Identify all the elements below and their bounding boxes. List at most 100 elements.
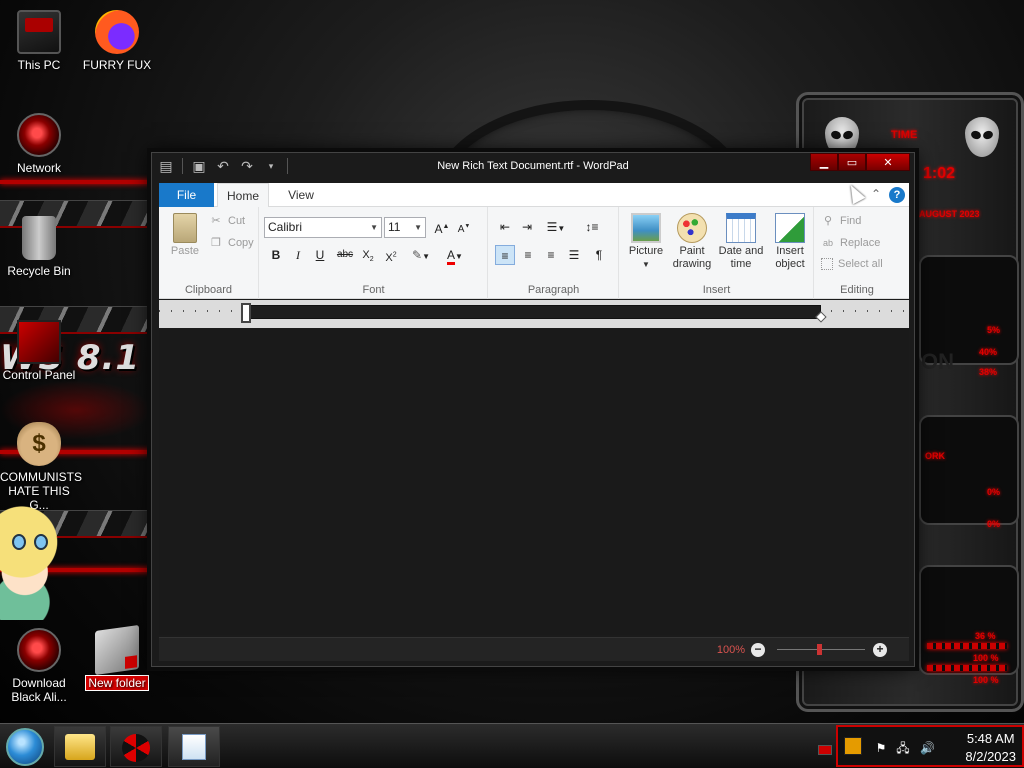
desktop-icon-recycle-bin[interactable]: Recycle Bin (0, 216, 78, 278)
wordpad-window[interactable]: ▤ ▣ ↶ ↷ ▾ New Rich Text Document.rtf - W… (151, 152, 915, 667)
minimize-ribbon-icon[interactable]: ⌃ (871, 187, 881, 201)
zoom-out-button[interactable]: − (751, 643, 765, 657)
tab-file[interactable]: File (159, 183, 214, 207)
shrink-font-button[interactable]: A▼ (454, 217, 474, 237)
group-label: Paragraph (527, 284, 580, 296)
copy-label: Copy (228, 237, 254, 249)
gadget-panel-word: ON (921, 349, 954, 374)
character-eye (34, 534, 48, 550)
highlight-color-button[interactable]: ✎▼ (406, 245, 436, 265)
desktop-icon-network[interactable]: Network (0, 113, 78, 175)
subscript-icon: X2 (362, 249, 374, 264)
insert-object-button[interactable]: Insert object (768, 213, 812, 271)
font-size-select[interactable]: 11 ▼ (384, 217, 426, 238)
align-right-icon: ≡ (547, 248, 555, 262)
maximize-button[interactable]: ▭ (838, 153, 866, 171)
desktop-icon-control-panel[interactable]: Control Panel (0, 320, 78, 382)
desktop-icon-new-folder[interactable]: New folder (78, 624, 156, 691)
volume-icon[interactable]: 🔊 (920, 741, 935, 755)
cut-button[interactable]: ✂ Cut (209, 214, 245, 228)
tab-view[interactable]: View (277, 183, 325, 207)
strikethrough-button[interactable]: abc (334, 245, 356, 265)
italic-button[interactable]: I (288, 245, 308, 265)
grow-font-button[interactable]: A▲ (432, 217, 452, 237)
decrease-indent-button[interactable]: ⇤ (495, 217, 515, 237)
show-desktop-flag-icon[interactable] (818, 745, 832, 755)
italic-icon: I (296, 248, 300, 262)
tray-app-icon[interactable] (844, 737, 862, 755)
increase-indent-icon: ⇥ (521, 220, 533, 234)
justify-button[interactable]: ☰ (564, 245, 584, 265)
insert-picture-button[interactable]: Picture ▼ (624, 213, 668, 271)
zoom-slider[interactable] (777, 644, 865, 655)
underline-button[interactable]: U (310, 245, 330, 265)
indent-marker[interactable] (241, 303, 251, 323)
gadget-network-panel (919, 415, 1019, 525)
desktop-icon-furry-fux[interactable]: FURRY FUX (78, 10, 156, 72)
close-icon: ✕ (883, 156, 893, 169)
control-panel-icon (17, 320, 61, 364)
subscript-button[interactable]: X2 (358, 245, 378, 265)
zoom-in-button[interactable]: + (873, 643, 887, 657)
justify-icon: ☰ (568, 248, 580, 262)
desktop-icon-this-pc[interactable]: This PC (0, 10, 78, 72)
gadget-readout: 38% (979, 367, 998, 377)
help-icon[interactable]: ? (889, 187, 905, 203)
clock[interactable]: 5:48 AM 8/2/2023 (965, 730, 1016, 766)
paragraph-icon: ¶ (595, 248, 603, 262)
desktop-icon-communists[interactable]: $ COMMUNISTS HATE THIS G... (0, 422, 82, 512)
action-center-flag-icon[interactable]: ⚑ (874, 741, 888, 755)
start-button[interactable] (6, 728, 44, 766)
zoom-level: 100% (716, 644, 745, 656)
alien-head-icon (965, 117, 999, 157)
replace-button[interactable]: ab Replace (821, 236, 880, 250)
strikethrough-icon: abc (336, 249, 354, 260)
document-editor[interactable] (159, 329, 909, 635)
gadget-readout: 5% (987, 325, 1001, 335)
network-tray-icon[interactable]: 🖧 (896, 741, 910, 755)
paste-button[interactable]: Paste (165, 213, 205, 258)
new-folder-rename-field[interactable]: New folder (85, 675, 149, 691)
align-right-button[interactable]: ≡ (541, 245, 561, 265)
superscript-button[interactable]: X2 (381, 245, 401, 265)
ruler[interactable] (159, 300, 909, 328)
status-bar: 100% − + (159, 637, 909, 661)
taskbar-radiation-app[interactable] (110, 726, 162, 767)
copy-button[interactable]: ❐ Copy (209, 236, 254, 250)
gadget-header: TIME (891, 129, 918, 141)
superscript-icon: X2 (385, 251, 397, 264)
bold-button[interactable]: B (266, 245, 286, 265)
minimize-button[interactable]: ▁ (810, 153, 838, 171)
system-tray: ⚑ 🖧 🔊 5:48 AM 8/2/2023 (818, 725, 1024, 767)
increase-indent-button[interactable]: ⇥ (517, 217, 537, 237)
date-time-button[interactable]: Date and time (716, 213, 766, 271)
taskbar-wordpad[interactable] (168, 726, 220, 767)
paint-drawing-button[interactable]: Paint drawing (670, 213, 714, 271)
gadget-level-bar (927, 665, 1007, 671)
tab-home[interactable]: Home (217, 183, 269, 208)
line-spacing-button[interactable]: ↕≡ (577, 217, 607, 237)
zoom-slider-thumb[interactable] (817, 644, 822, 655)
select-all-button[interactable]: Select all (821, 258, 883, 270)
paint-label-line2: drawing (672, 258, 712, 270)
title-bar[interactable]: ▤ ▣ ↶ ↷ ▾ New Rich Text Document.rtf - W… (152, 153, 914, 181)
paint-label-line1: Paint (679, 245, 705, 257)
close-button[interactable]: ✕ (866, 153, 910, 171)
find-label: Find (840, 215, 862, 227)
group-label: Insert (702, 284, 731, 296)
bullets-button[interactable]: ☰▼ (541, 217, 571, 237)
alien-orb-icon (17, 628, 61, 672)
align-center-button[interactable]: ≡ (518, 245, 538, 265)
align-left-button[interactable]: ≡ (495, 245, 515, 265)
ribbon-tabs: File Home View ⌃ ? (159, 183, 909, 208)
taskbar-file-explorer[interactable] (54, 726, 106, 767)
paint-palette-icon (677, 213, 707, 243)
object-icon (775, 213, 805, 243)
find-button[interactable]: ⚲ Find (821, 214, 861, 228)
group-label: Clipboard (184, 284, 233, 296)
font-family-select[interactable]: Calibri ▼ (264, 217, 382, 238)
text-color-button[interactable]: A▼ (440, 245, 470, 265)
group-paragraph: ⇤ ⇥ ☰▼ ↕≡ ≡ ≡ ≡ ☰ ¶ Paragraph (489, 207, 619, 299)
paragraph-settings-button[interactable]: ¶ (589, 245, 609, 265)
desktop-icon-download-black-alien[interactable]: Download Black Ali... (0, 628, 78, 704)
